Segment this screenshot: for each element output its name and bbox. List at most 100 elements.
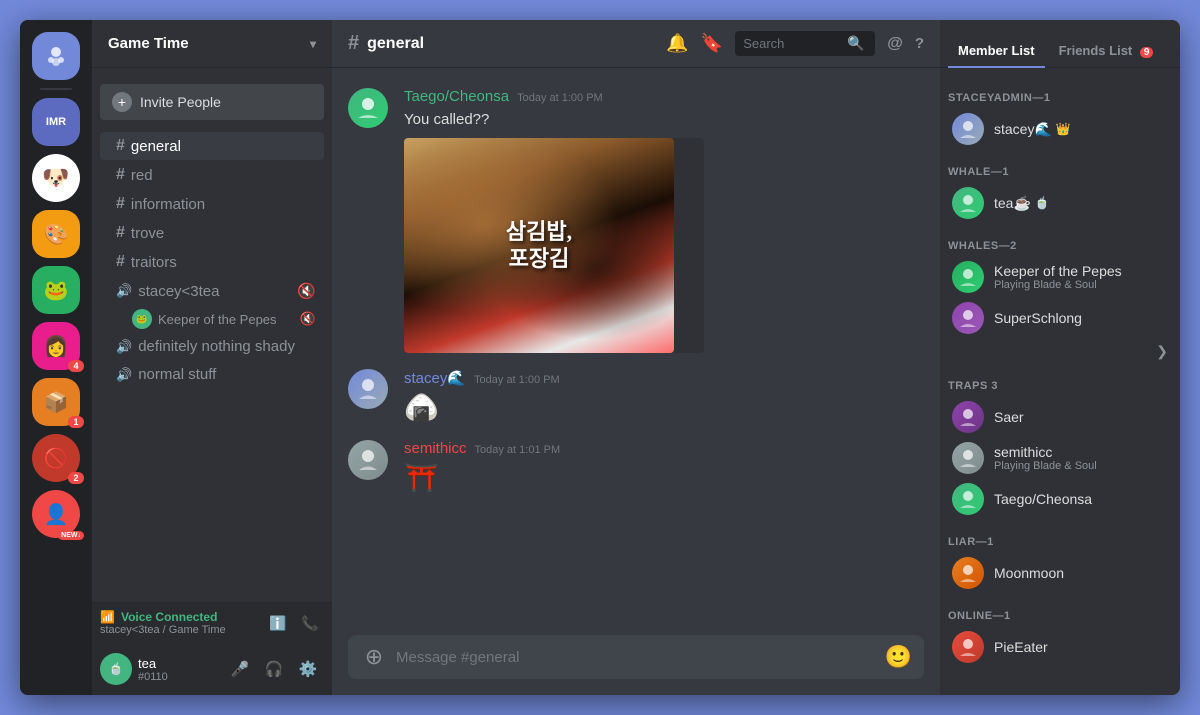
member-avatar-stacey — [952, 113, 984, 145]
plus-icon: + — [112, 92, 132, 112]
chat-area: # general 🔔 🔖 🔍 @ ? — [332, 20, 940, 695]
member-avatar-moonmoon — [952, 557, 984, 589]
user-discriminator: #0110 — [138, 671, 168, 683]
msg-content-semithicc: semithicc Today at 1:01 PM ⛩️ — [404, 440, 924, 494]
channel-item-information[interactable]: # information — [100, 190, 324, 218]
food-image: 삼김밥,포장김 — [404, 138, 674, 353]
channel-sub-keeper[interactable]: 🐸 Keeper of the Pepes 🔇 — [100, 306, 324, 332]
msg-text-taego: You called?? — [404, 109, 924, 130]
member-list-content: STACEYADMIN—1 stacey🌊 👑 WHALE—1 — [940, 68, 1180, 695]
channel-item-general[interactable]: # general — [100, 132, 324, 160]
voice-disconnect-button[interactable]: 📞 — [296, 609, 324, 637]
server-header[interactable]: Game Time ▾ — [92, 20, 332, 68]
member-item-superschlong[interactable]: SuperSchlong — [944, 298, 1176, 338]
channel-item-normal[interactable]: 🔊 normal stuff — [100, 361, 324, 388]
member-name-saer: Saer — [994, 409, 1024, 425]
sub-mute-icon: 🔇 — [300, 311, 316, 327]
channel-sidebar: Game Time ▾ + Invite People # general # … — [92, 20, 332, 695]
member-item-moonmoon[interactable]: Moonmoon — [944, 553, 1176, 593]
channel-item-red[interactable]: # red — [100, 161, 324, 189]
channel-item-trove[interactable]: # trove — [100, 219, 324, 247]
speaker-mute-icon: 🔇 — [297, 282, 316, 300]
channel-item-traitors[interactable]: # traitors — [100, 248, 324, 276]
msg-avatar-semithicc — [348, 440, 388, 480]
tab-friends-list[interactable]: Friends List 9 — [1049, 35, 1164, 68]
member-item-keeper[interactable]: Keeper of the Pepes Playing Blade & Soul — [944, 257, 1176, 297]
search-bar[interactable]: 🔍 — [735, 31, 875, 56]
headphones-button[interactable]: 🎧 — [258, 653, 290, 685]
at-button[interactable]: @ — [887, 35, 903, 53]
chat-channel-name: general — [367, 35, 424, 53]
server-divider — [40, 88, 72, 90]
cup-icon: 🍵 — [1035, 196, 1050, 210]
member-name-moonmoon: Moonmoon — [994, 565, 1064, 581]
channel-name-shady: definitely nothing shady — [138, 338, 295, 355]
hash-icon-info: # — [116, 195, 125, 213]
member-name-tea: tea☕ — [994, 195, 1031, 212]
message-input-area: ⊕ 🙂 — [332, 635, 940, 695]
server-icon-art[interactable]: 🎨 — [32, 210, 80, 258]
sub-avatar-keeper: 🐸 — [132, 309, 152, 329]
member-name-stacey: stacey🌊 — [994, 121, 1052, 138]
channel-item-shady[interactable]: 🔊 definitely nothing shady — [100, 333, 324, 360]
bookmark-button[interactable]: 🔖 — [701, 33, 723, 54]
msg-emoji-stacey: 🍙 — [404, 391, 924, 424]
msg-time-semithicc: Today at 1:01 PM — [475, 444, 561, 456]
voice-info-button[interactable]: ℹ️ — [264, 609, 292, 637]
server-icon-imr[interactable]: IMR — [32, 98, 80, 146]
user-avatar: 🍵 — [100, 653, 132, 685]
member-name-semithicc: semithicc — [994, 444, 1097, 460]
hash-icon-traitors: # — [116, 253, 125, 271]
server-icon-cube[interactable]: 📦 1 — [32, 378, 80, 426]
member-category-traps: TRAPS 3 — [940, 364, 1180, 396]
member-item-semithicc[interactable]: semithicc Playing Blade & Soul — [944, 438, 1176, 478]
server-icon-game-time[interactable] — [32, 32, 80, 80]
bell-button[interactable]: 🔔 — [666, 33, 688, 54]
messages-container: Taego/Cheonsa Today at 1:00 PM You calle… — [332, 68, 940, 635]
member-avatar-saer — [952, 401, 984, 433]
server-icon-dog[interactable]: 🐶 — [32, 154, 80, 202]
msg-time-stacey: Today at 1:00 PM — [474, 374, 560, 386]
server-icon-user2[interactable]: 🚫 2 — [32, 434, 80, 482]
search-input[interactable] — [743, 36, 843, 51]
member-name-pieeater: PieEater — [994, 639, 1048, 655]
speaker-icon-2: 🔊 — [116, 339, 132, 355]
member-category-online: ONLINE—1 — [940, 594, 1180, 626]
server-icon-pepe[interactable]: 🐸 — [32, 266, 80, 314]
msg-image-taego: 삼김밥,포장김 — [404, 138, 704, 353]
member-item-saer[interactable]: Saer — [944, 397, 1176, 437]
speaker-icon-1: 🔊 — [116, 283, 132, 299]
member-category-liar: LIAR—1 — [940, 520, 1180, 552]
help-button[interactable]: ? — [915, 35, 924, 52]
chevron-down-icon: ▾ — [310, 37, 316, 51]
channel-name-red: red — [131, 167, 153, 184]
member-name-taego: Taego/Cheonsa — [994, 491, 1092, 507]
member-name-keeper: Keeper of the Pepes — [994, 263, 1122, 279]
channel-item-stacey3tea[interactable]: 🔊 stacey<3tea 🔇 — [100, 277, 324, 305]
food-image-text: 삼김밥,포장김 — [506, 219, 572, 272]
attach-button[interactable]: ⊕ — [360, 643, 388, 671]
channel-name-trove: trove — [131, 225, 164, 242]
message-input[interactable] — [396, 649, 877, 666]
settings-button[interactable]: ⚙️ — [292, 653, 324, 685]
member-item-pieeater[interactable]: PieEater — [944, 627, 1176, 667]
mic-button[interactable]: 🎤 — [224, 653, 256, 685]
server-icon-girl[interactable]: 👩 4 — [32, 322, 80, 370]
server-list: IMR 🐶 🎨 🐸 👩 4 📦 1 🚫 2 👤 NEW↓ — [20, 20, 92, 695]
member-item-tea[interactable]: tea☕ 🍵 — [944, 183, 1176, 223]
chat-header-right: 🔔 🔖 🔍 @ ? — [666, 31, 924, 56]
user-names: tea #0110 — [138, 656, 168, 683]
server-icon-new[interactable]: 👤 NEW↓ — [32, 490, 80, 538]
member-item-taego[interactable]: Taego/Cheonsa — [944, 479, 1176, 519]
msg-header-stacey: stacey🌊 Today at 1:00 PM — [404, 369, 924, 387]
invite-people-button[interactable]: + Invite People — [100, 84, 324, 120]
member-item-stacey[interactable]: stacey🌊 👑 — [944, 109, 1176, 149]
member-name-superschlong: SuperSchlong — [994, 310, 1082, 326]
emoji-button[interactable]: 🙂 — [885, 644, 912, 670]
member-avatar-semithicc — [952, 442, 984, 474]
msg-header-semithicc: semithicc Today at 1:01 PM — [404, 440, 924, 457]
member-status-semithicc: Playing Blade & Soul — [994, 460, 1097, 472]
tab-member-list[interactable]: Member List — [948, 35, 1045, 68]
member-category-staceyadmin: STACEYADMIN—1 — [940, 76, 1180, 108]
crown-icon: 👑 — [1056, 122, 1071, 136]
